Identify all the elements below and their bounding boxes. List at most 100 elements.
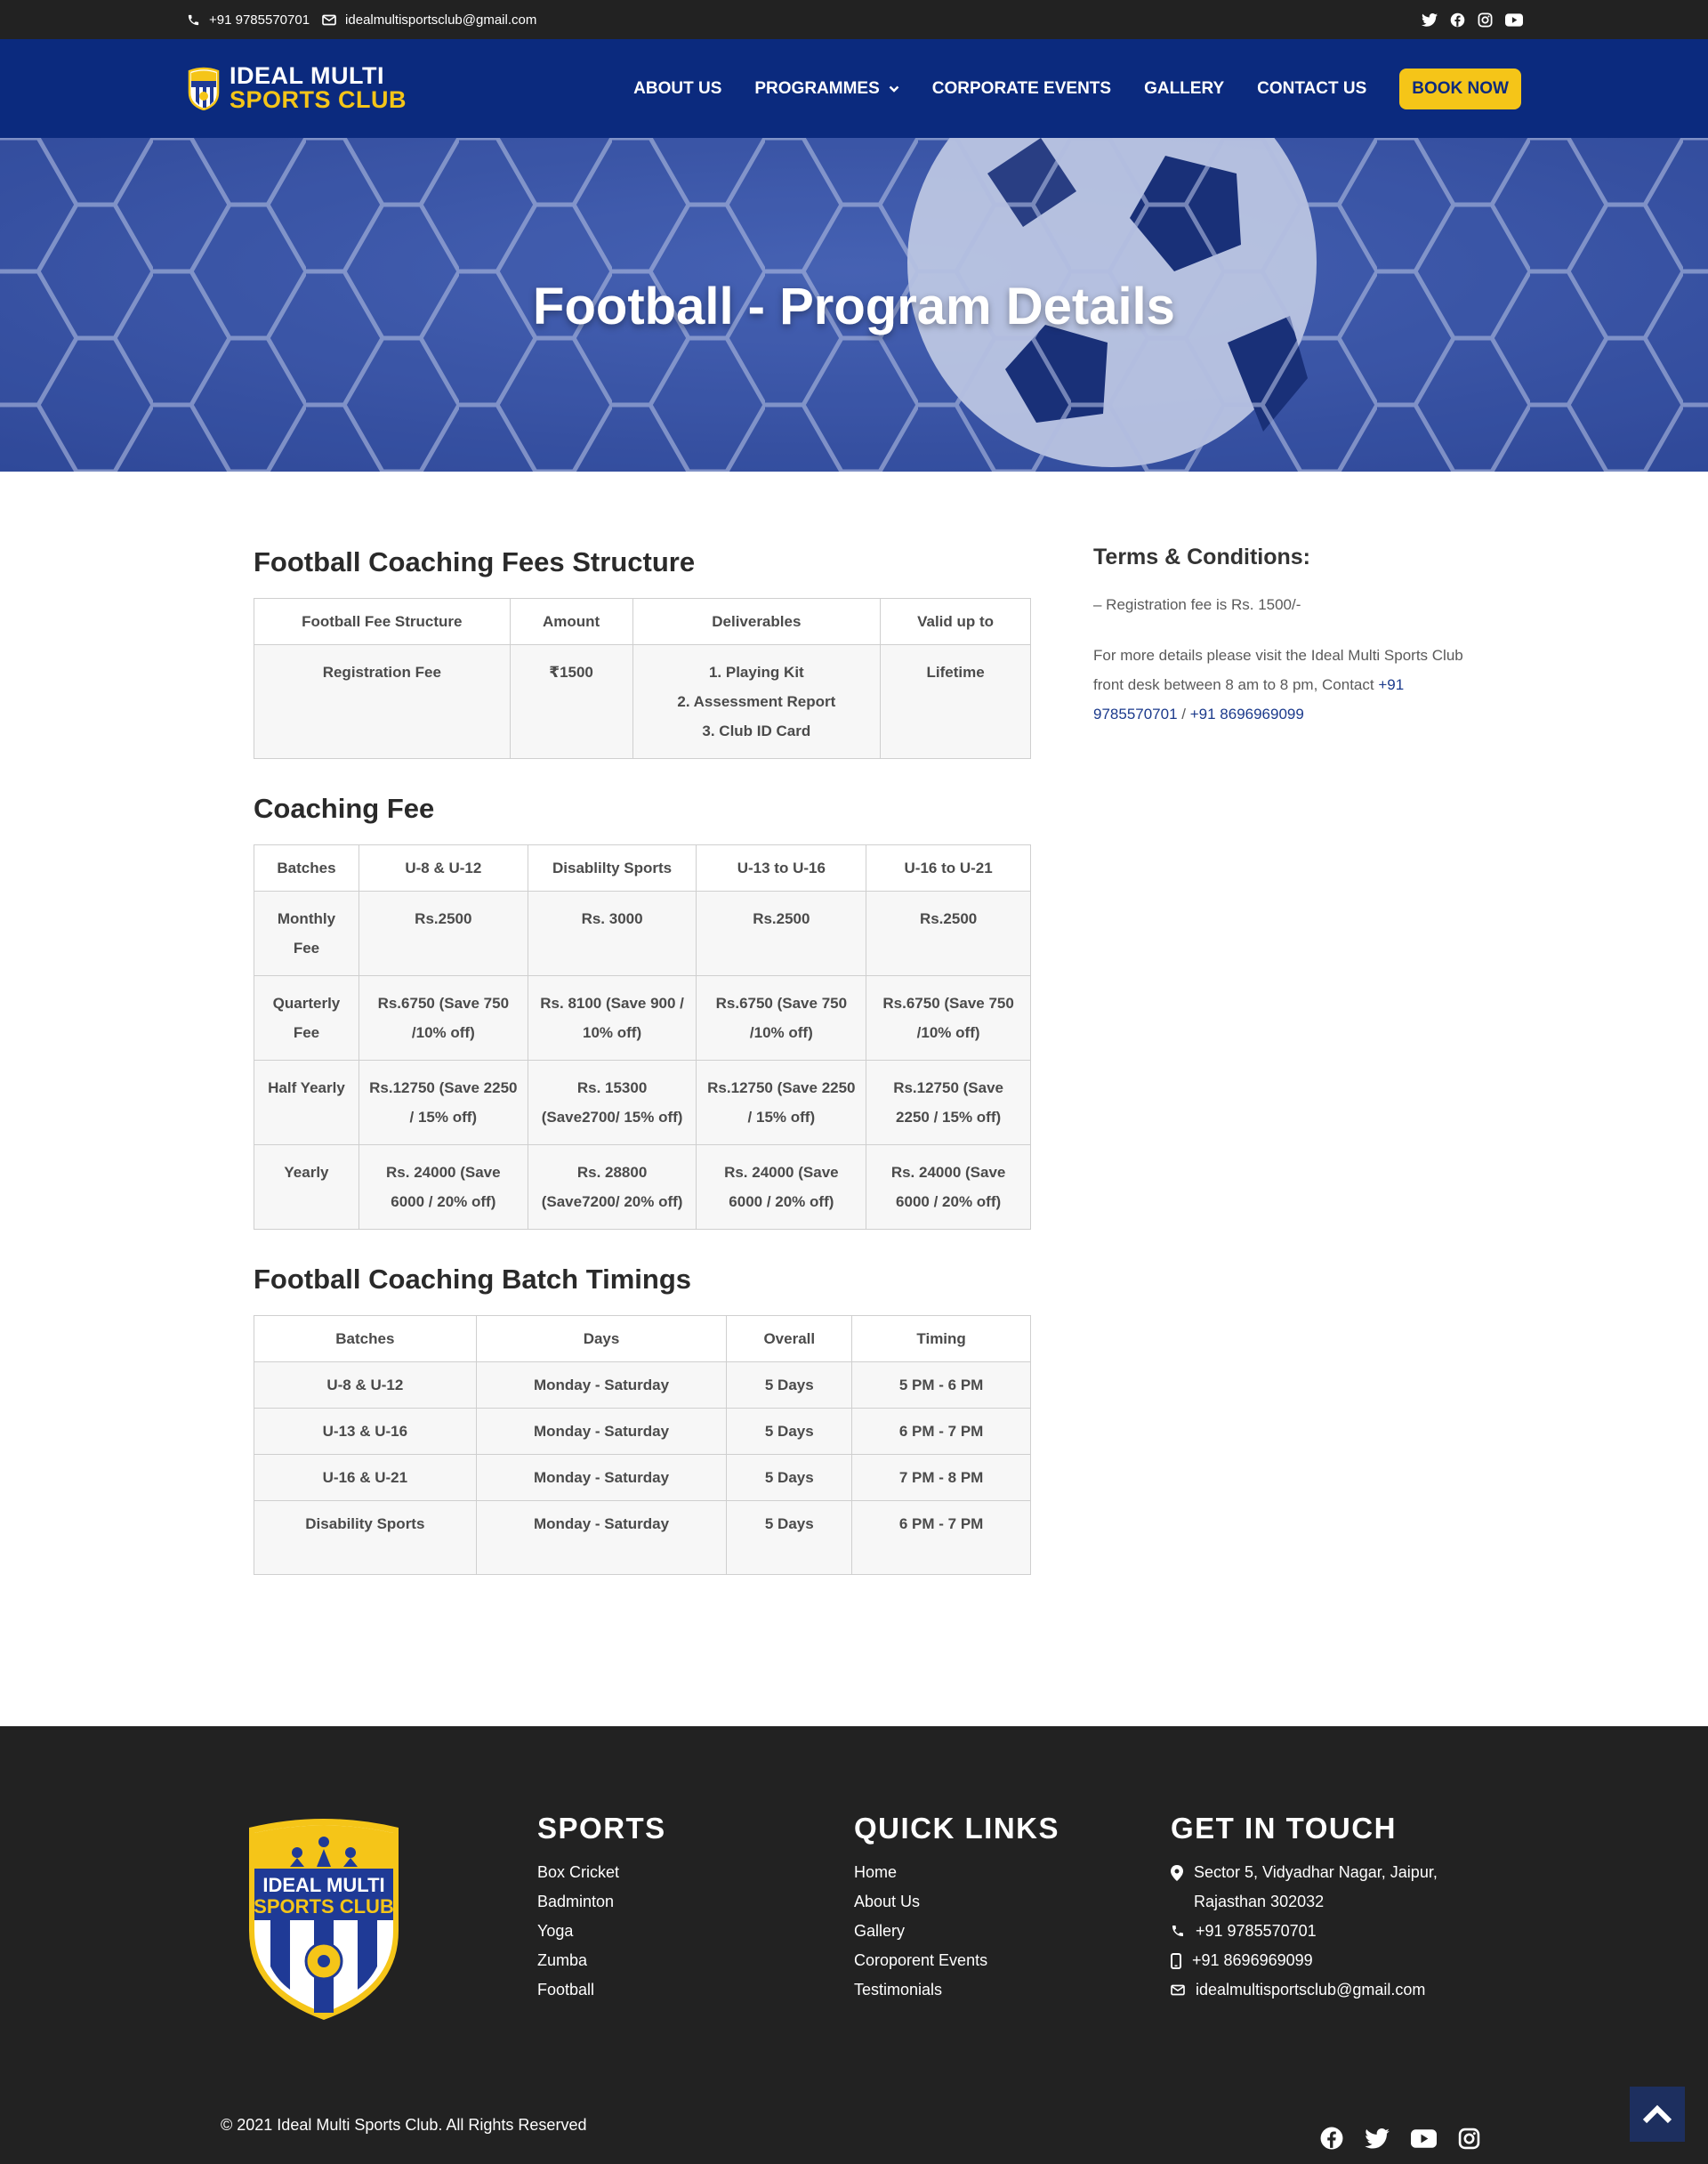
footer-phone-text: +91 9785570701 <box>1196 1922 1317 1940</box>
table-cell: 7 PM - 8 PM <box>851 1454 1031 1501</box>
instagram-icon[interactable] <box>1458 2127 1480 2150</box>
scroll-to-top-button[interactable] <box>1630 2087 1685 2142</box>
youtube-icon[interactable] <box>1505 12 1523 27</box>
footer-email-text: idealmultisportsclub@gmail.com <box>1196 1981 1426 1998</box>
nav-item-gallery[interactable]: GALLERY <box>1144 79 1224 99</box>
table-cell: Rs. 24000 (Save 6000 / 20% off) <box>696 1144 867 1230</box>
footer-address-line-2: Rajasthan 302032 <box>1194 1893 1325 1910</box>
footer-sport-link[interactable]: Yoga <box>537 1917 666 1946</box>
table-cell: Rs. 3000 <box>527 891 697 976</box>
table-cell: 5 PM - 6 PM <box>851 1361 1031 1409</box>
table-cell: Lifetime <box>880 644 1031 759</box>
footer-quick-links: QUICK LINKS Home About Us Gallery Coropo… <box>854 1812 1059 2005</box>
footer-quick-link[interactable]: Coroporent Events <box>854 1946 1059 1975</box>
nav-item-about-us[interactable]: ABOUT US <box>633 79 721 99</box>
youtube-icon[interactable] <box>1411 2127 1437 2150</box>
footer-quick-link[interactable]: Testimonials <box>854 1975 1059 2005</box>
table-cell: Rs. 8100 (Save 900 / 10% off) <box>527 975 697 1061</box>
table-cell: Rs. 24000 (Save 6000 / 20% off) <box>358 1144 528 1230</box>
terms-details: For more details please visit the Ideal … <box>1093 641 1467 729</box>
terms-title: Terms & Conditions: <box>1093 545 1310 569</box>
table-row: U-13 & U-16 Monday - Saturday 5 Days 6 P… <box>254 1408 1031 1455</box>
footer-address-line-1: Sector 5, Vidyadhar Nagar, Jaipur, <box>1194 1863 1438 1881</box>
table-cell: Disability Sports <box>254 1500 477 1575</box>
terms-phone-link-2[interactable]: +91 8696969099 <box>1190 706 1304 723</box>
footer-sport-link[interactable]: Football <box>537 1975 666 2005</box>
facebook-icon[interactable] <box>1450 12 1465 28</box>
logo-line-1: IDEAL MULTI <box>230 62 384 89</box>
table-header-cell: Disablilty Sports <box>527 844 697 892</box>
table-row: Half Yearly Rs.12750 (Save 2250 / 15% of… <box>254 1060 1031 1145</box>
top-contact: +91 9785570701 idealmultisportsclub@gmai… <box>187 0 536 39</box>
facebook-icon[interactable] <box>1320 2127 1343 2150</box>
table-cell: Rs.12750 (Save 2250 / 15% off) <box>866 1060 1031 1145</box>
footer-logo[interactable]: IDEAL MULTI SPORTS CLUB <box>244 1815 404 2026</box>
footer-sport-link[interactable]: Badminton <box>537 1887 666 1917</box>
table-row: Yearly Rs. 24000 (Save 6000 / 20% off) R… <box>254 1144 1031 1230</box>
table-cell: Quarterly Fee <box>254 975 359 1061</box>
phone-icon <box>1171 1924 1185 1938</box>
footer-sport-link[interactable]: Zumba <box>537 1946 666 1975</box>
nav-item-contact-us[interactable]: CONTACT US <box>1257 79 1366 99</box>
map-pin-icon <box>1171 1865 1183 1881</box>
footer-mobile[interactable]: +91 8696969099 <box>1171 1946 1438 1975</box>
nav-item-programmes[interactable]: PROGRAMMES <box>754 78 899 99</box>
footer-phone[interactable]: +91 9785570701 <box>1171 1917 1438 1946</box>
batch-timings-table: Batches Days Overall Timing U-8 & U-12 M… <box>254 1315 1031 1575</box>
deliverable-item: 2. Assessment Report <box>677 693 836 710</box>
table-cell: Rs.2500 <box>358 891 528 976</box>
envelope-icon <box>322 14 336 26</box>
nav-item-corporate-events[interactable]: CORPORATE EVENTS <box>932 79 1111 99</box>
coaching-fee-title: Coaching Fee <box>254 793 435 824</box>
table-cell: Rs. 28800 (Save7200/ 20% off) <box>527 1144 697 1230</box>
phone-icon <box>187 13 200 27</box>
footer-sport-link[interactable]: Box Cricket <box>537 1858 666 1887</box>
logo-text: IDEAL MULTI SPORTS CLUB <box>230 64 407 112</box>
table-header-cell: Deliverables <box>632 598 882 645</box>
instagram-icon[interactable] <box>1478 12 1493 28</box>
terms-phone-separator: / <box>1177 706 1190 723</box>
terms-sidebar: Terms & Conditions: – Registration fee i… <box>1093 534 1467 729</box>
coaching-fee-table: Batches U-8 & U-12 Disablilty Sports U-1… <box>254 844 1031 1230</box>
table-cell: 6 PM - 7 PM <box>851 1500 1031 1575</box>
copyright-text: © 2021 Ideal Multi Sports Club. All Righ… <box>221 2116 587 2134</box>
footer-sports-title: SPORTS <box>537 1812 666 1845</box>
table-header-cell: Batches <box>254 844 359 892</box>
footer-email[interactable]: idealmultisportsclub@gmail.com <box>1171 1975 1438 2005</box>
table-cell: Registration Fee <box>254 644 511 759</box>
table-row: Quarterly Fee Rs.6750 (Save 750 /10% off… <box>254 975 1031 1061</box>
logo-line-2: SPORTS CLUB <box>230 86 407 113</box>
twitter-icon[interactable] <box>1365 2127 1390 2150</box>
table-cell: Rs.6750 (Save 750 /10% off) <box>696 975 867 1061</box>
table-cell: U-8 & U-12 <box>254 1361 477 1409</box>
site-logo[interactable]: IDEAL MULTI SPORTS CLUB <box>187 64 407 112</box>
table-cell: 5 Days <box>726 1500 853 1575</box>
terms-registration-fee: – Registration fee is Rs. 1500/- <box>1093 596 1301 613</box>
nav-item-programmes-label: PROGRAMMES <box>754 78 880 98</box>
footer-get-in-touch: GET IN TOUCH Sector 5, Vidyadhar Nagar, … <box>1171 1812 1438 2005</box>
top-email[interactable]: idealmultisportsclub@gmail.com <box>322 12 536 28</box>
book-now-button[interactable]: BOOK NOW <box>1399 68 1521 109</box>
table-cell: ₹1500 <box>509 644 633 759</box>
table-cell: Rs. 24000 (Save 6000 / 20% off) <box>866 1144 1031 1230</box>
table-header-cell: Amount <box>509 598 633 645</box>
top-social <box>1422 0 1523 39</box>
table-cell: Half Yearly <box>254 1060 359 1145</box>
footer-quick-link[interactable]: Home <box>854 1858 1059 1887</box>
footer-logo-line-1: IDEAL MULTI <box>262 1874 384 1896</box>
main-navigation: IDEAL MULTI SPORTS CLUB ABOUT US PROGRAM… <box>0 39 1708 138</box>
table-row: U-8 & U-12 Monday - Saturday 5 Days 5 PM… <box>254 1361 1031 1409</box>
table-cell: Monday - Saturday <box>475 1408 728 1455</box>
twitter-icon[interactable] <box>1422 12 1438 27</box>
footer-mobile-text: +91 8696969099 <box>1192 1951 1313 1969</box>
footer-quick-link[interactable]: About Us <box>854 1887 1059 1917</box>
table-header-cell: Football Fee Structure <box>254 598 511 645</box>
footer-quick-link[interactable]: Gallery <box>854 1917 1059 1946</box>
footer-address-text: Sector 5, Vidyadhar Nagar, Jaipur, Rajas… <box>1194 1858 1438 1917</box>
batch-timings-title: Football Coaching Batch Timings <box>254 1264 692 1295</box>
top-phone[interactable]: +91 9785570701 <box>187 12 310 28</box>
site-footer: IDEAL MULTI SPORTS CLUB SPORTS Box Crick… <box>0 1726 1708 2164</box>
table-header-row: Batches U-8 & U-12 Disablilty Sports U-1… <box>254 844 1031 892</box>
table-cell: Rs.6750 (Save 750 /10% off) <box>866 975 1031 1061</box>
deliverable-item: 1. Playing Kit <box>708 664 804 681</box>
